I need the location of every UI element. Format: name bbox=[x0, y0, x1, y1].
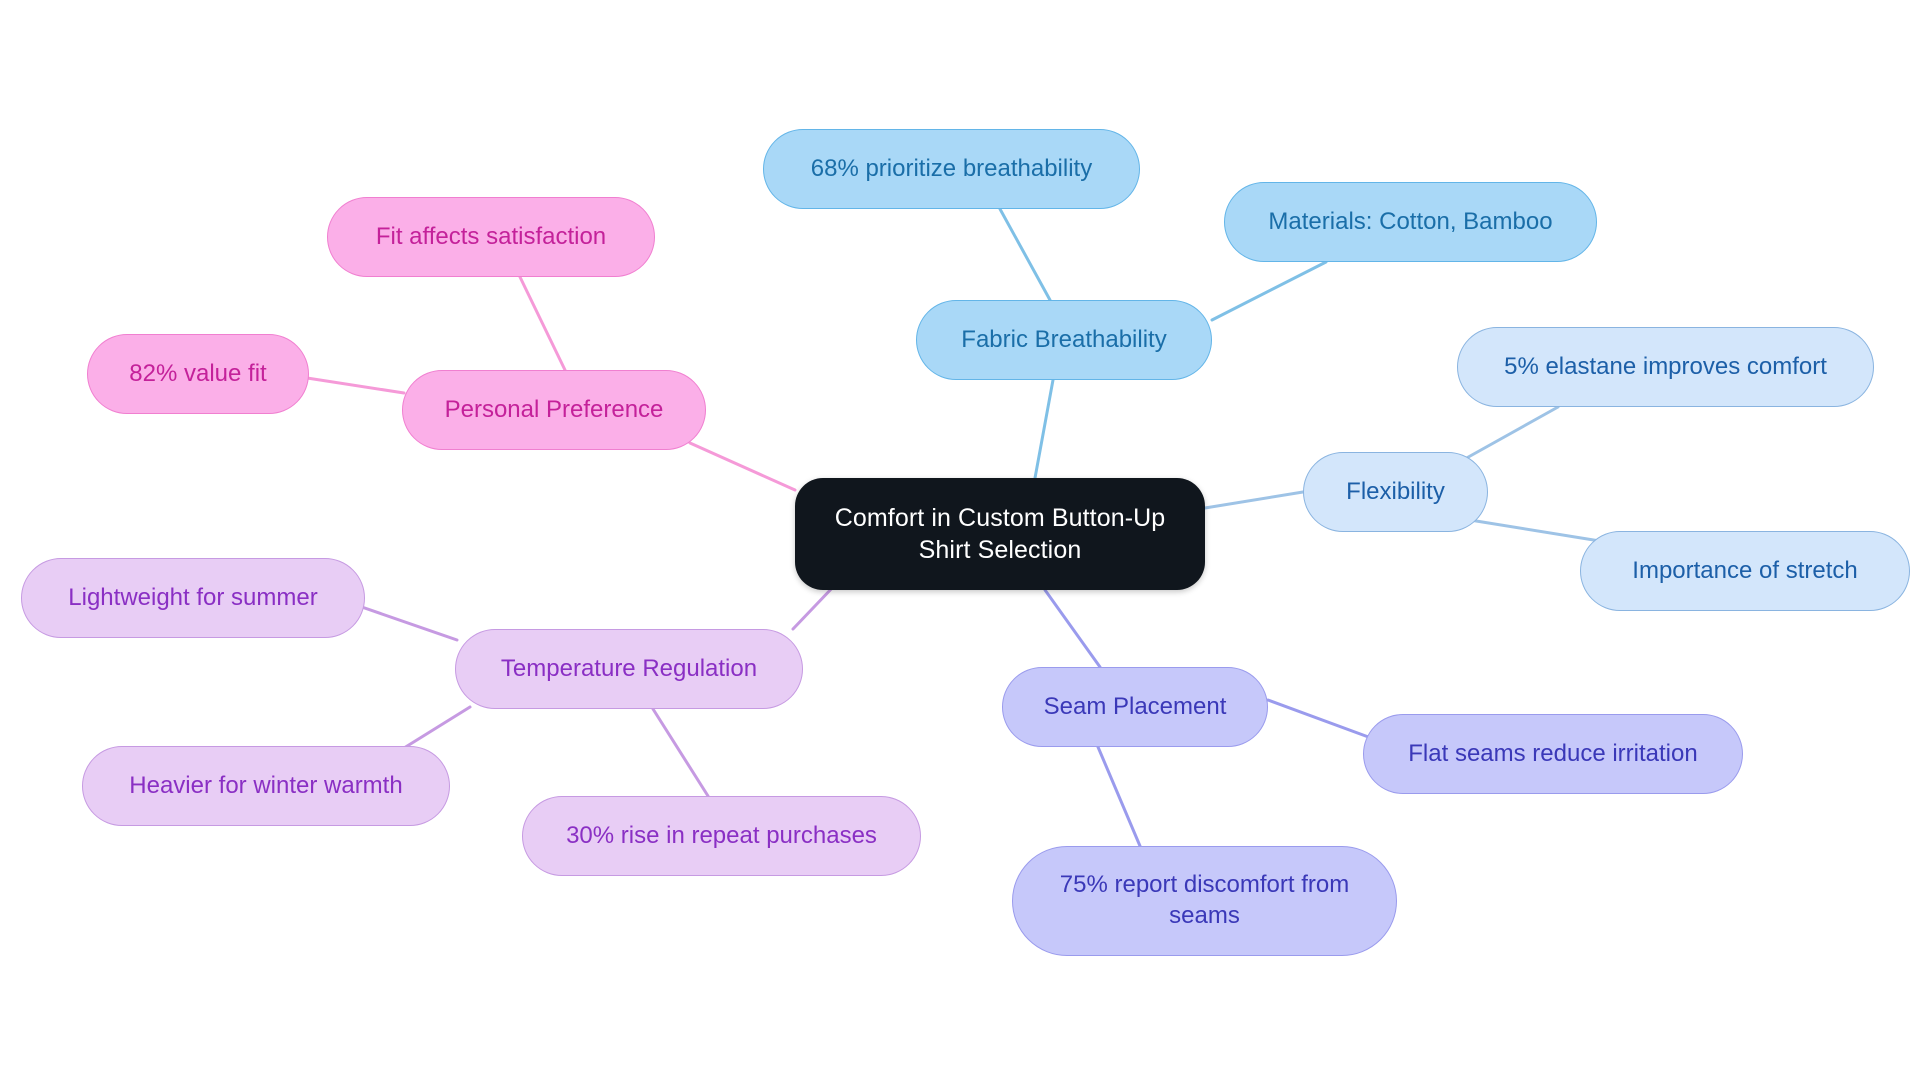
leaf-node-lightweight-summer[interactable]: Lightweight for summer bbox=[21, 558, 365, 638]
mindmap-canvas: Comfort in Custom Button-Up Shirt Select… bbox=[0, 0, 1920, 1083]
branch-node-temperature-regulation[interactable]: Temperature Regulation bbox=[455, 629, 803, 709]
leaf-node-elastane-label: 5% elastane improves comfort bbox=[1504, 352, 1827, 380]
leaf-node-flat-seams[interactable]: Flat seams reduce irritation bbox=[1363, 714, 1743, 794]
leaf-node-value-fit[interactable]: 82% value fit bbox=[87, 334, 309, 414]
edge-seam-placement-to-seam-discomfort bbox=[1096, 745, 1142, 848]
edge-root-to-fabric-breathability bbox=[1033, 378, 1055, 480]
edge-temperature-regulation-to-lightweight-summer bbox=[354, 603, 459, 642]
edge-personal-preference-to-fit-satisfaction bbox=[518, 275, 567, 372]
leaf-node-heavier-winter-label: Heavier for winter warmth bbox=[129, 771, 403, 799]
leaf-node-materials[interactable]: Materials: Cotton, Bamboo bbox=[1224, 182, 1597, 262]
edge-root-to-seam-placement bbox=[1043, 588, 1102, 669]
leaf-node-materials-label: Materials: Cotton, Bamboo bbox=[1268, 207, 1553, 235]
edge-fabric-breathability-to-breathability-stat bbox=[998, 207, 1052, 302]
leaf-node-value-fit-label: 82% value fit bbox=[129, 359, 267, 387]
leaf-node-flat-seams-label: Flat seams reduce irritation bbox=[1408, 739, 1698, 767]
leaf-node-stretch[interactable]: Importance of stretch bbox=[1580, 531, 1910, 611]
edge-root-to-personal-preference bbox=[688, 441, 797, 492]
edge-root-to-temperature-regulation bbox=[791, 583, 837, 631]
edge-flexibility-to-elastane bbox=[1461, 405, 1560, 462]
branch-node-personal-preference[interactable]: Personal Preference bbox=[402, 370, 706, 450]
edge-temperature-regulation-to-heavier-winter bbox=[402, 705, 472, 750]
branch-node-seam-placement-label: Seam Placement bbox=[1043, 692, 1227, 720]
edge-root-to-flexibility bbox=[1203, 490, 1305, 510]
branch-node-flexibility-label: Flexibility bbox=[1346, 477, 1445, 505]
branch-node-flexibility[interactable]: Flexibility bbox=[1303, 452, 1488, 532]
root-node-label: Comfort in Custom Button-Up Shirt Select… bbox=[834, 504, 1166, 564]
leaf-node-fit-satisfaction-label: Fit affects satisfaction bbox=[375, 222, 607, 250]
leaf-node-fit-satisfaction[interactable]: Fit affects satisfaction bbox=[327, 197, 655, 277]
leaf-node-elastane[interactable]: 5% elastane improves comfort bbox=[1457, 327, 1874, 407]
leaf-node-stretch-label: Importance of stretch bbox=[1632, 556, 1858, 584]
leaf-node-repeat-purchases-label: 30% rise in repeat purchases bbox=[566, 821, 877, 849]
edge-personal-preference-to-value-fit bbox=[305, 376, 406, 395]
branch-node-personal-preference-label: Personal Preference bbox=[444, 395, 664, 423]
leaf-node-seam-discomfort-label: 75% report discomfort from seams bbox=[1059, 871, 1350, 929]
leaf-node-breathability-stat[interactable]: 68% prioritize breathability bbox=[763, 129, 1140, 209]
edge-flexibility-to-stretch bbox=[1468, 518, 1608, 544]
root-node[interactable]: Comfort in Custom Button-Up Shirt Select… bbox=[795, 478, 1205, 590]
branch-node-fabric-breathability[interactable]: Fabric Breathability bbox=[916, 300, 1212, 380]
branch-node-fabric-breathability-label: Fabric Breathability bbox=[961, 325, 1167, 353]
edge-seam-placement-to-flat-seams bbox=[1266, 698, 1384, 744]
leaf-node-repeat-purchases[interactable]: 30% rise in repeat purchases bbox=[522, 796, 921, 876]
leaf-node-lightweight-summer-label: Lightweight for summer bbox=[68, 583, 318, 611]
branch-node-seam-placement[interactable]: Seam Placement bbox=[1002, 667, 1268, 747]
leaf-node-heavier-winter[interactable]: Heavier for winter warmth bbox=[82, 746, 450, 826]
edge-temperature-regulation-to-repeat-purchases bbox=[651, 707, 710, 798]
leaf-node-seam-discomfort[interactable]: 75% report discomfort from seams bbox=[1012, 846, 1397, 956]
leaf-node-breathability-stat-label: 68% prioritize breathability bbox=[810, 154, 1093, 182]
edge-fabric-breathability-to-materials bbox=[1210, 260, 1328, 322]
branch-node-temperature-regulation-label: Temperature Regulation bbox=[500, 654, 758, 682]
